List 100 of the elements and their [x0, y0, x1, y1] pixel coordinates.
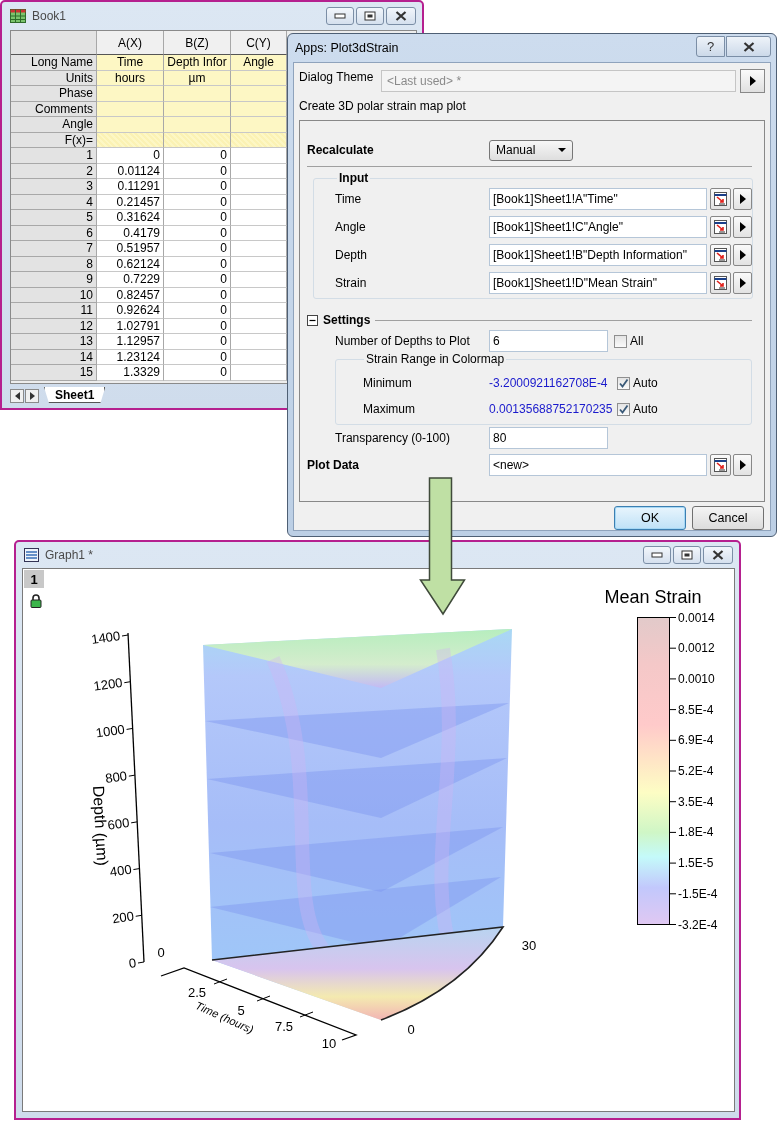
table-cell: 0 — [164, 303, 231, 319]
checkbox-label[interactable]: All — [630, 334, 644, 348]
close-button[interactable] — [703, 546, 733, 564]
table-cell: 0 — [164, 334, 231, 350]
row-header[interactable]: 11 — [11, 303, 97, 319]
minimize-button[interactable] — [643, 546, 671, 564]
table-cell: 0 — [164, 241, 231, 257]
row-header[interactable]: 13 — [11, 334, 97, 350]
previous-sheet-button[interactable] — [10, 389, 24, 403]
graph-icon — [24, 548, 39, 562]
row-header[interactable]: 1 — [11, 148, 97, 164]
axis-tick-label: 1400 — [90, 628, 122, 647]
close-button[interactable] — [726, 36, 771, 57]
field-label: Minimum — [363, 376, 413, 390]
checkbox[interactable] — [617, 402, 630, 416]
range-picker-button[interactable] — [710, 244, 731, 266]
checkbox[interactable] — [617, 376, 630, 390]
input-field[interactable]: <new> — [489, 454, 707, 476]
checkbox-label[interactable]: Auto — [633, 376, 658, 390]
axis-tick-label: 200 — [111, 908, 135, 927]
right-arrow-icon — [29, 392, 35, 400]
field-label: Time — [335, 192, 363, 206]
axis-tick-label: 0 — [407, 1022, 415, 1037]
row-header[interactable]: 3 — [11, 179, 97, 195]
column-header[interactable]: B(Z) — [164, 31, 231, 55]
menu-button[interactable] — [733, 454, 752, 476]
field-label: Maximum — [363, 402, 416, 416]
axis-tick-label: 7.5 — [274, 1019, 294, 1034]
minimize-icon — [334, 13, 346, 19]
axis-tick-label: 600 — [106, 814, 131, 833]
row-header[interactable]: Phase — [11, 86, 97, 102]
column-header[interactable]: A(X) — [97, 31, 164, 55]
range-picker-button[interactable] — [710, 216, 731, 238]
recalculate-dropdown[interactable]: Manual — [489, 139, 573, 161]
menu-button[interactable] — [733, 244, 752, 266]
next-sheet-button[interactable] — [25, 389, 39, 403]
range-value: -3.2000921162708E-4 — [489, 376, 609, 390]
checkbox[interactable] — [614, 334, 627, 348]
table-select-icon — [714, 248, 727, 262]
axis-tick-label: 1200 — [92, 674, 124, 694]
menu-button[interactable] — [733, 216, 752, 238]
table-cell — [231, 365, 287, 381]
axis-tick-label: 1000 — [94, 721, 126, 741]
axis-tick-label: 0 — [127, 955, 138, 971]
range-picker-button[interactable] — [710, 272, 731, 294]
legend-tick-label: -3.2E-4 — [678, 917, 718, 932]
column-header[interactable]: C(Y) — [231, 31, 287, 55]
right-triangle-icon — [739, 460, 746, 470]
row-header[interactable]: Angle — [11, 117, 97, 133]
input-field[interactable]: [Book1]Sheet1!C"Angle" — [489, 216, 707, 238]
minimize-button[interactable] — [326, 7, 354, 25]
table-cell — [231, 117, 287, 133]
group-title: Strain Range in Colormap — [365, 352, 506, 366]
maximize-button[interactable] — [673, 546, 701, 564]
legend-tick-label: 0.0012 — [678, 641, 715, 656]
table-select-icon — [714, 192, 727, 206]
menu-button[interactable] — [733, 272, 752, 294]
collapse-icon[interactable] — [307, 314, 318, 326]
lock-icon — [30, 594, 42, 608]
dialog-button[interactable]: OK — [614, 506, 686, 530]
help-button[interactable]: ? — [696, 36, 725, 57]
checkbox-label[interactable]: Auto — [633, 402, 658, 416]
dialog-description: Create 3D polar strain map plot — [299, 99, 467, 115]
range-picker-button[interactable] — [710, 188, 731, 210]
legend-tick-label: 3.5E-4 — [678, 794, 714, 809]
row-header[interactable]: Long Name — [11, 55, 97, 71]
row-header[interactable]: 7 — [11, 241, 97, 257]
table-cell: 1.3329 — [97, 365, 164, 381]
sheet-tab[interactable]: Sheet1 — [44, 387, 106, 403]
legend-tick-label: 1.5E-5 — [678, 856, 714, 871]
maximize-button[interactable] — [356, 7, 384, 25]
table-cell: 1.12957 — [97, 334, 164, 350]
legend-tick-label: 0.0014 — [678, 610, 715, 625]
right-triangle-icon — [749, 76, 756, 86]
input-field[interactable]: [Book1]Sheet1!D"Mean Strain" — [489, 272, 707, 294]
axis-tick-label: 400 — [108, 861, 133, 880]
field-label: Recalculate — [307, 143, 375, 157]
table-cell: Depth Infor — [164, 55, 231, 71]
layer-tab[interactable]: 1 — [24, 570, 44, 588]
row-header[interactable]: 9 — [11, 272, 97, 288]
menu-button[interactable] — [733, 188, 752, 210]
minimize-icon — [651, 552, 663, 558]
dialog-button[interactable]: Cancel — [692, 506, 764, 530]
row-header[interactable]: 15 — [11, 365, 97, 381]
table-select-icon — [714, 458, 727, 472]
table-cell: 0 — [97, 148, 164, 164]
table-cell: 0.7229 — [97, 272, 164, 288]
menu-button[interactable] — [740, 69, 765, 93]
input-field[interactable]: 80 — [489, 427, 608, 449]
table-cell: 0.92624 — [97, 303, 164, 319]
range-picker-button[interactable] — [710, 454, 731, 476]
row-header[interactable]: 5 — [11, 210, 97, 226]
field-label: Transparency (0-100) — [335, 431, 451, 445]
close-button[interactable] — [386, 7, 416, 25]
input-field[interactable]: [Book1]Sheet1!B"Depth Information" — [489, 244, 707, 266]
table-select-icon — [714, 276, 727, 290]
input-field[interactable]: 6 — [489, 330, 608, 352]
right-triangle-icon — [739, 250, 746, 260]
input-field[interactable]: [Book1]Sheet1!A"Time" — [489, 188, 707, 210]
field-label: Angle — [335, 220, 367, 234]
